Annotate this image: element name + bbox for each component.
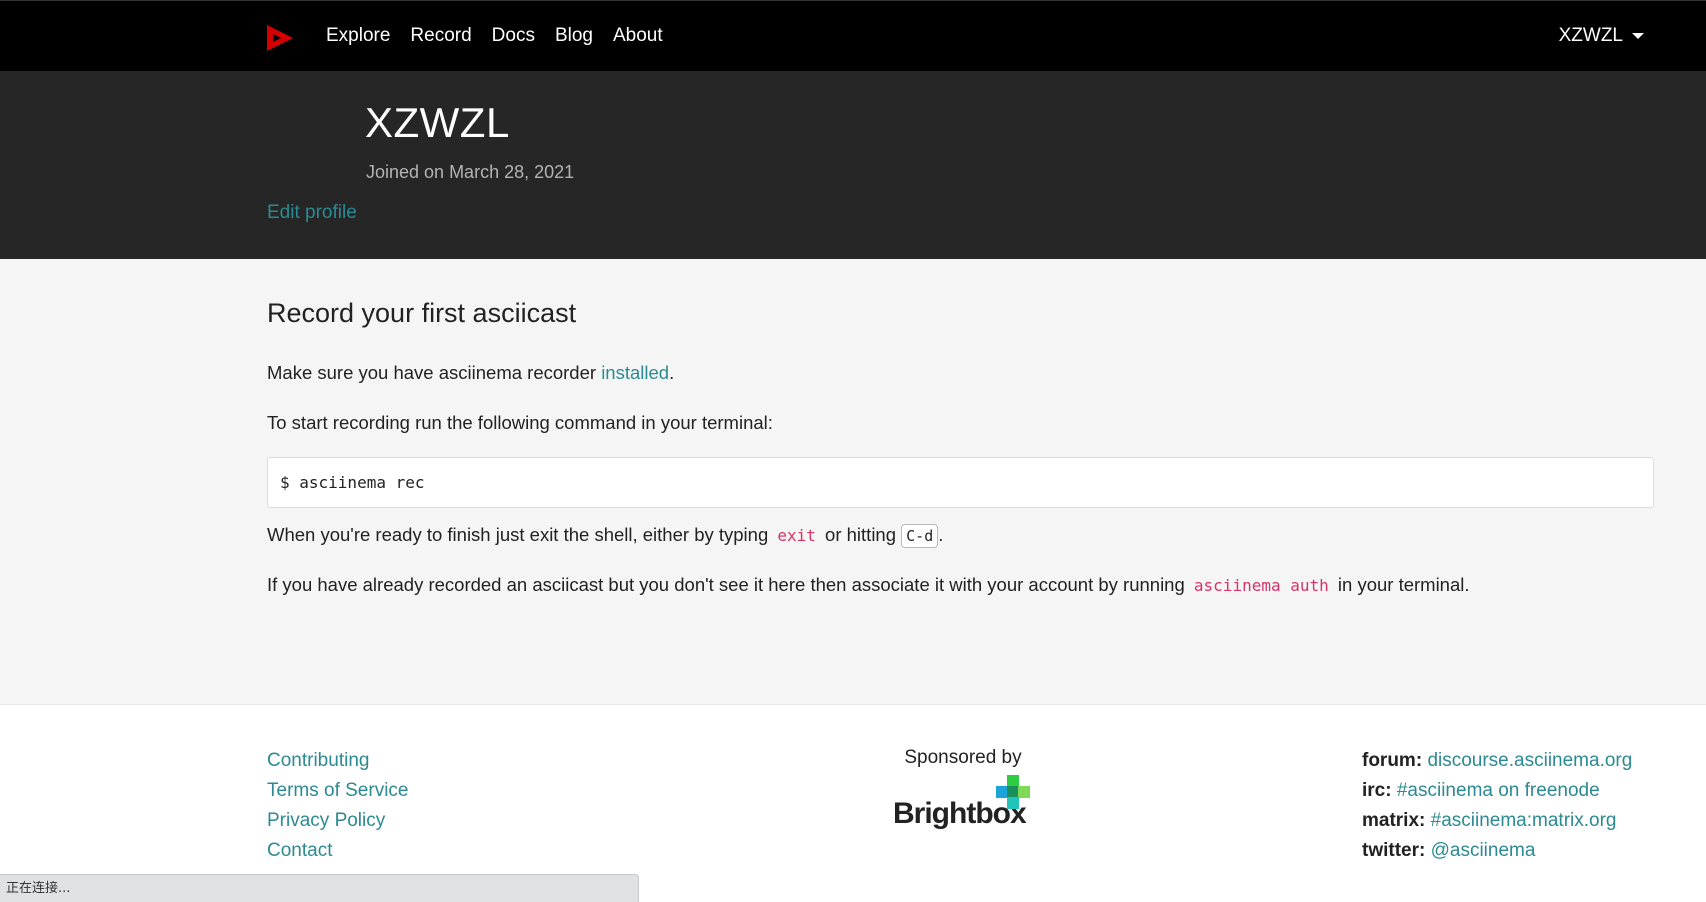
finish-text: When you're ready to finish just exit th… bbox=[267, 524, 774, 545]
auth-command-code: asciinema auth bbox=[1193, 576, 1329, 595]
finish-paragraph: When you're ready to finish just exit th… bbox=[267, 524, 944, 548]
footer-links: Contributing Terms of Service Privacy Po… bbox=[267, 746, 408, 866]
profile-username: XZWZL bbox=[365, 99, 510, 146]
user-menu-label: XZWZL bbox=[1558, 25, 1623, 46]
nav-blog-link[interactable]: Blog bbox=[555, 25, 593, 47]
caret-down-icon bbox=[1632, 33, 1644, 39]
matrix-link[interactable]: #asciinema:matrix.org bbox=[1431, 810, 1617, 831]
installed-link[interactable]: installed bbox=[601, 362, 669, 383]
twitter-link[interactable]: @asciinema bbox=[1431, 840, 1536, 861]
matrix-label: matrix: bbox=[1362, 810, 1426, 831]
sponsor-block: Sponsored by Brightbox bbox=[893, 747, 1033, 835]
start-recording-paragraph: To start recording run the following com… bbox=[267, 412, 773, 433]
finish-period: . bbox=[938, 524, 944, 545]
profile-joined-date: Joined on March 28, 2021 bbox=[366, 162, 575, 182]
install-period: . bbox=[669, 362, 675, 383]
browser-status-bar: 正在连接... bbox=[0, 874, 639, 902]
twitter-row: twitter: @asciinema bbox=[1362, 836, 1632, 866]
user-menu-dropdown[interactable]: XZWZL bbox=[1559, 25, 1644, 47]
terms-of-service-link[interactable]: Terms of Service bbox=[267, 776, 408, 806]
associate-paragraph: If you have already recorded an asciicas… bbox=[267, 574, 1470, 596]
asciinema-logo-icon[interactable] bbox=[265, 23, 295, 53]
nav-record-link[interactable]: Record bbox=[410, 25, 471, 47]
ctrl-d-key: C-d bbox=[901, 524, 939, 548]
footer: Contributing Terms of Service Privacy Po… bbox=[0, 704, 1706, 902]
nav-links: Explore Record Docs Blog About bbox=[326, 25, 683, 47]
privacy-policy-link[interactable]: Privacy Policy bbox=[267, 806, 408, 836]
install-text: Make sure you have asciinema recorder bbox=[267, 362, 602, 383]
irc-label: irc: bbox=[1362, 780, 1392, 801]
forum-link[interactable]: discourse.asciinema.org bbox=[1427, 750, 1632, 771]
forum-row: forum: discourse.asciinema.org bbox=[1362, 746, 1632, 776]
nav-about-link[interactable]: About bbox=[613, 25, 663, 47]
associate-end-text: in your terminal. bbox=[1332, 574, 1470, 595]
nav-explore-link[interactable]: Explore bbox=[326, 25, 390, 47]
brightbox-cross-icon bbox=[996, 775, 1030, 809]
install-paragraph: Make sure you have asciinema recorder in… bbox=[267, 362, 674, 384]
sponsored-by-label: Sponsored by bbox=[904, 747, 1022, 768]
contributing-link[interactable]: Contributing bbox=[267, 746, 408, 776]
page-heading: Record your first asciicast bbox=[267, 298, 577, 328]
top-navbar: Explore Record Docs Blog About XZWZL bbox=[0, 0, 1706, 71]
twitter-label: twitter: bbox=[1362, 840, 1426, 861]
associate-text: If you have already recorded an asciicas… bbox=[267, 574, 1190, 595]
nav-docs-link[interactable]: Docs bbox=[492, 25, 535, 47]
finish-middle-text: or hitting bbox=[819, 524, 902, 545]
command-code-block[interactable]: $ asciinema rec bbox=[267, 457, 1654, 508]
matrix-row: matrix: #asciinema:matrix.org bbox=[1362, 806, 1632, 836]
edit-profile-link[interactable]: Edit profile bbox=[267, 202, 357, 224]
exit-code: exit bbox=[777, 526, 816, 545]
profile-header: XZWZL Joined on March 28, 2021 Edit prof… bbox=[0, 71, 1706, 259]
contact-link[interactable]: Contact bbox=[267, 836, 408, 866]
community-links: forum: discourse.asciinema.org irc: #asc… bbox=[1362, 746, 1632, 866]
irc-link[interactable]: #asciinema on freenode bbox=[1397, 780, 1600, 801]
forum-label: forum: bbox=[1362, 750, 1423, 771]
brightbox-logo[interactable]: Brightbox bbox=[893, 775, 1033, 835]
irc-row: irc: #asciinema on freenode bbox=[1362, 776, 1632, 806]
